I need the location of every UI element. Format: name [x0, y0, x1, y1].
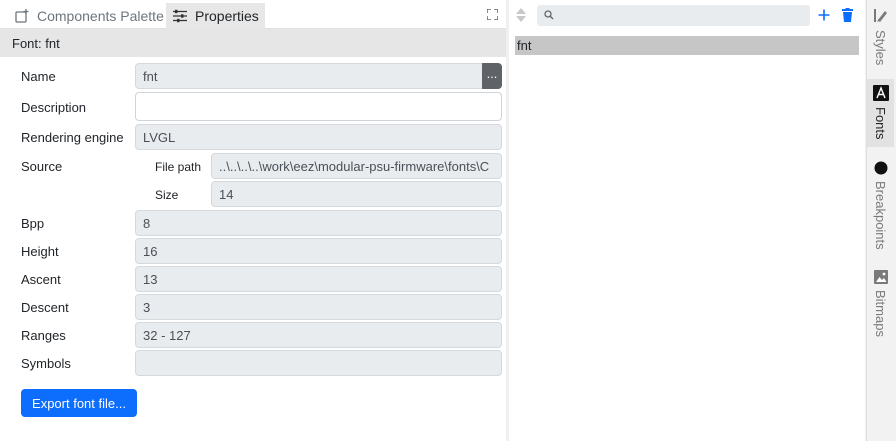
symbols-label: Symbols: [21, 356, 71, 371]
descent-field[interactable]: 3: [135, 294, 502, 320]
maximize-icon[interactable]: [487, 9, 498, 20]
add-icon[interactable]: [818, 9, 830, 21]
file-path-label: File path: [155, 160, 202, 174]
side-tab-fonts[interactable]: Fonts: [867, 79, 894, 147]
side-tab-styles[interactable]: Styles: [867, 2, 894, 72]
side-tab-bitmaps[interactable]: Bitmaps: [867, 264, 894, 346]
bpp-field[interactable]: 8: [135, 210, 502, 236]
delete-icon[interactable]: [842, 8, 853, 22]
breakpoint-icon: [874, 161, 887, 175]
name-field[interactable]: fnt: [135, 63, 483, 89]
ascent-field[interactable]: 13: [135, 266, 502, 292]
search-input[interactable]: [556, 5, 806, 26]
bpp-label: Bpp: [21, 216, 45, 231]
symbols-field[interactable]: [135, 350, 502, 376]
name-more-button[interactable]: ...: [482, 63, 502, 89]
tab-label: Components Palette: [37, 8, 164, 24]
tab-label: Properties: [195, 8, 259, 24]
brush-icon: [873, 9, 887, 22]
add-component-icon: [15, 9, 29, 23]
size-field[interactable]: 14: [211, 181, 502, 207]
image-icon: [873, 270, 888, 284]
fonts-list-panel: [509, 0, 865, 441]
ranges-field[interactable]: 32 - 127: [135, 322, 502, 348]
height-field[interactable]: 16: [135, 238, 502, 264]
side-tab-breakpoints[interactable]: Breakpoints: [867, 155, 894, 253]
tab-components-palette[interactable]: Components Palette: [8, 3, 170, 29]
description-label: Description: [21, 100, 87, 115]
font-icon: [872, 85, 889, 101]
rendering-engine-field[interactable]: LVGL: [135, 124, 502, 150]
side-tab-label: Bitmaps: [873, 290, 888, 337]
list-item-fnt[interactable]: fnt: [515, 36, 859, 55]
side-tab-label: Styles: [873, 30, 888, 66]
export-font-file-button[interactable]: Export font file...: [21, 389, 137, 417]
description-field[interactable]: [135, 92, 502, 121]
rendering-engine-label: Rendering engine: [21, 130, 124, 145]
size-label: Size: [155, 188, 179, 202]
ranges-label: Ranges: [21, 328, 66, 343]
sort-icon[interactable]: [515, 7, 527, 23]
ascent-label: Ascent: [21, 272, 61, 287]
name-label: Name: [21, 69, 56, 84]
descent-label: Descent: [21, 300, 69, 315]
search-icon: [544, 10, 554, 20]
sliders-icon: [173, 9, 187, 23]
height-label: Height: [21, 244, 59, 259]
tab-bar: Components Palette Properties: [0, 0, 506, 29]
tab-properties[interactable]: Properties: [166, 3, 265, 29]
file-path-field[interactable]: ..\..\..\..\work\eez\modular-psu-firmwar…: [211, 153, 502, 179]
source-label: Source: [21, 159, 63, 174]
side-tab-label: Fonts: [873, 107, 888, 140]
side-tab-label: Breakpoints: [873, 181, 888, 250]
section-title: Font: fnt: [0, 29, 506, 57]
